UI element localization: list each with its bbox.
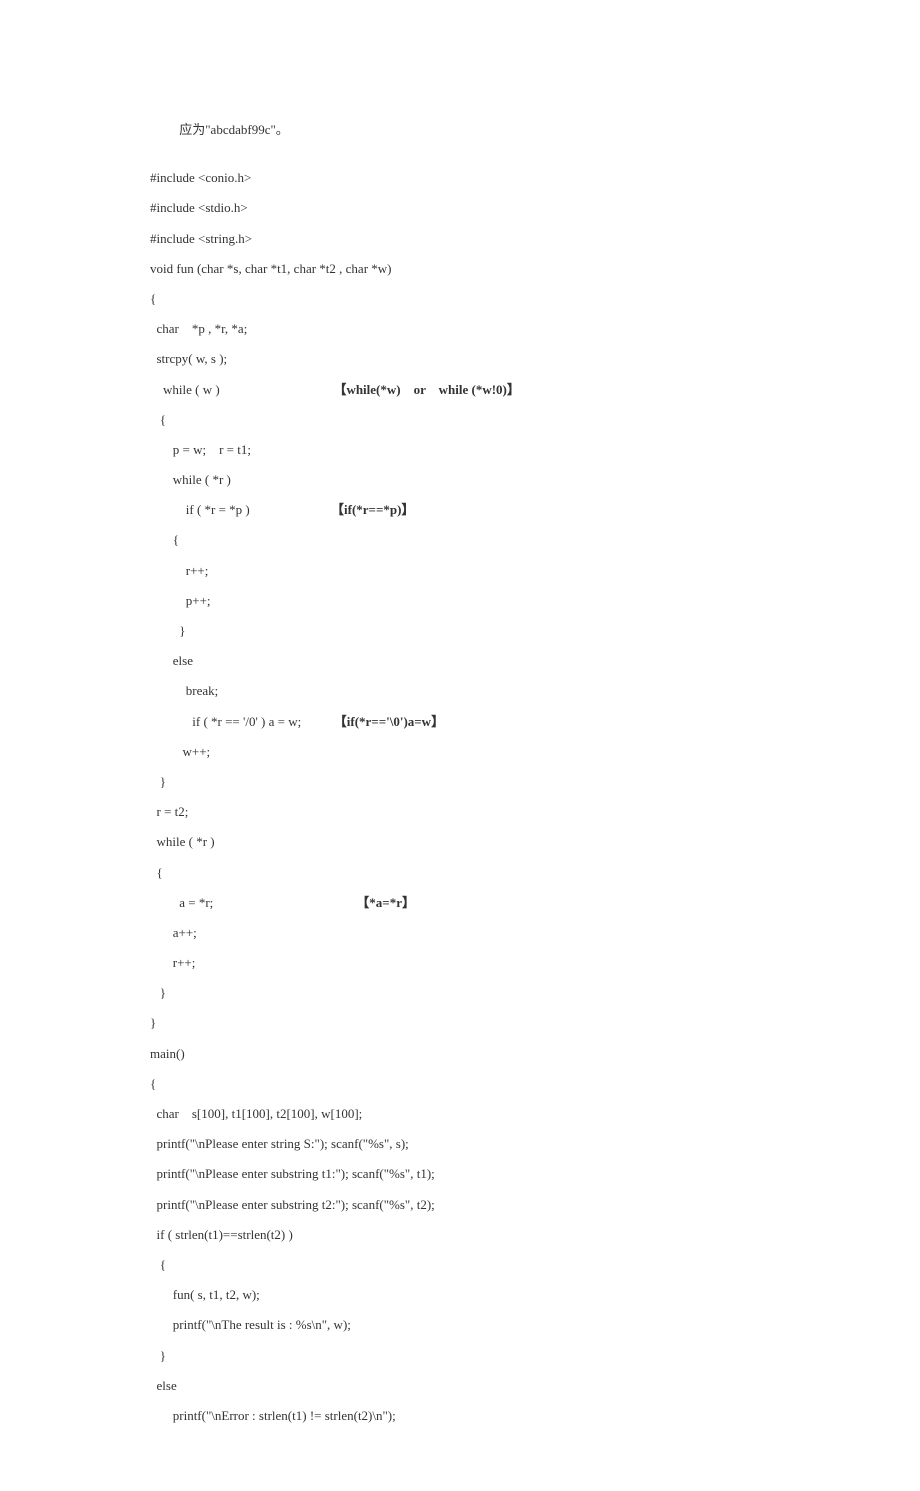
code-text: if ( *r = *p ) <box>150 502 331 517</box>
code-line: r++; <box>150 556 770 586</box>
code-line: if ( *r = *p ) 【if(*r==*p)】 <box>150 495 770 525</box>
code-line: } <box>150 978 770 1008</box>
code-line: } <box>150 1341 770 1371</box>
code-line: printf("\nThe result is : %s\n", w); <box>150 1310 770 1340</box>
annotation: 【if(*r==*p)】 <box>331 502 414 517</box>
code-line: { <box>150 1069 770 1099</box>
code-line: else <box>150 646 770 676</box>
document-page: 应为"abcdabf99c"。 #include <conio.h> #incl… <box>0 0 920 1491</box>
code-line: strcpy( w, s ); <box>150 344 770 374</box>
code-line: a++; <box>150 918 770 948</box>
code-text: while ( w ) <box>150 382 333 397</box>
code-line: #include <stdio.h> <box>150 193 770 223</box>
code-line: while ( w ) 【while(*w) or while (*w!0)】 <box>150 375 770 405</box>
code-line: while ( *r ) <box>150 465 770 495</box>
code-line: #include <string.h> <box>150 224 770 254</box>
annotation: 【while(*w) or while (*w!0)】 <box>333 382 519 397</box>
code-line: else <box>150 1371 770 1401</box>
spacer <box>150 145 770 163</box>
code-line: while ( *r ) <box>150 827 770 857</box>
annotation: 【if(*r=='\0')a=w】 <box>334 714 444 729</box>
code-line: { <box>150 1250 770 1280</box>
code-line: if ( strlen(t1)==strlen(t2) ) <box>150 1220 770 1250</box>
code-line: w++; <box>150 737 770 767</box>
code-line: printf("\nPlease enter string S:"); scan… <box>150 1129 770 1159</box>
code-line: char *p , *r, *a; <box>150 314 770 344</box>
code-line: p++; <box>150 586 770 616</box>
code-line: r++; <box>150 948 770 978</box>
code-line: { <box>150 405 770 435</box>
code-line: { <box>150 525 770 555</box>
code-line: a = *r; 【*a=*r】 <box>150 888 770 918</box>
intro-text: 应为"abcdabf99c"。 <box>150 115 770 145</box>
code-line: printf("\nPlease enter substring t1:"); … <box>150 1159 770 1189</box>
code-line: if ( *r == '/0' ) a = w; 【if(*r=='\0')a=… <box>150 707 770 737</box>
code-line: main() <box>150 1039 770 1069</box>
code-line: } <box>150 1008 770 1038</box>
code-text: a = *r; <box>150 895 356 910</box>
code-text: if ( *r == '/0' ) a = w; <box>150 714 334 729</box>
code-line: char s[100], t1[100], t2[100], w[100]; <box>150 1099 770 1129</box>
code-line: { <box>150 858 770 888</box>
code-line: p = w; r = t1; <box>150 435 770 465</box>
code-line: printf("\nPlease enter substring t2:"); … <box>150 1190 770 1220</box>
code-line: { <box>150 284 770 314</box>
code-line: void fun (char *s, char *t1, char *t2 , … <box>150 254 770 284</box>
code-line: printf("\nError : strlen(t1) != strlen(t… <box>150 1401 770 1431</box>
code-line: #include <conio.h> <box>150 163 770 193</box>
annotation: 【*a=*r】 <box>356 895 415 910</box>
code-line: } <box>150 616 770 646</box>
code-line: break; <box>150 676 770 706</box>
code-line: } <box>150 767 770 797</box>
code-line: fun( s, t1, t2, w); <box>150 1280 770 1310</box>
code-line: r = t2; <box>150 797 770 827</box>
